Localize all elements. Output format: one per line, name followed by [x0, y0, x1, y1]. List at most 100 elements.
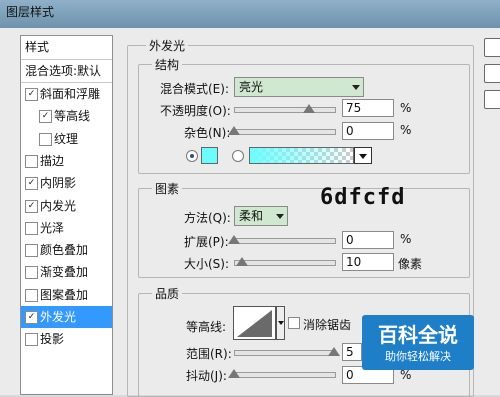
style-item-label: 投影	[40, 332, 65, 347]
elements-title: 图素	[152, 180, 183, 197]
style-item-label: 渐变叠加	[40, 265, 89, 280]
gradient-radio[interactable]	[232, 150, 244, 162]
style-item-checkbox[interactable]	[25, 288, 38, 302]
size-slider-thumb[interactable]	[236, 257, 248, 266]
blend-options-item[interactable]: 混合选项:默认	[21, 60, 112, 82]
jitter-slider[interactable]	[234, 372, 336, 378]
watermark-title: 百科全说	[378, 323, 458, 347]
contour-picker[interactable]	[233, 306, 276, 340]
contour-curve-icon	[237, 310, 272, 337]
style-item-label: 纹理	[54, 131, 79, 146]
style-item-label: 内发光	[40, 198, 77, 213]
quality-title: 品质	[152, 285, 183, 302]
styles-list: 样式 混合选项:默认 ✓ 斜面和浮雕 ✓ 等高线 纹理 描边 ✓ 内阴影 ✓ 内发光 光泽 颜色叠加渐…	[20, 35, 113, 395]
jitter-unit: %	[400, 368, 412, 382]
styles-header-label: 样式	[25, 40, 50, 54]
styles-header[interactable]: 样式	[21, 36, 112, 58]
size-slider[interactable]	[234, 260, 336, 266]
jitter-slider-thumb[interactable]	[228, 369, 240, 378]
style-item-label: 等高线	[54, 109, 91, 124]
antialias-label: 消除锯齿	[303, 318, 352, 332]
chevron-down-icon	[276, 214, 284, 219]
spread-slider-thumb[interactable]	[228, 235, 240, 244]
style-item-checkbox[interactable]: ✓	[25, 199, 38, 213]
watermark-logo: 百科全说 助你轻松解决	[362, 315, 474, 370]
outer-glow-title: 外发光	[146, 37, 189, 54]
chevron-down-icon	[278, 321, 284, 325]
spread-unit: %	[400, 232, 412, 246]
spread-slider[interactable]	[234, 238, 336, 244]
chevron-down-icon	[359, 154, 367, 159]
style-item-checkbox[interactable]: ✓	[39, 110, 52, 124]
style-item-checkbox[interactable]: ✓	[25, 177, 38, 191]
style-item-checkbox[interactable]	[25, 333, 38, 347]
gradient-dropdown[interactable]	[354, 147, 372, 164]
noise-slider[interactable]	[234, 129, 336, 135]
style-item-checkbox[interactable]	[39, 132, 52, 146]
style-item[interactable]: ✓ 斜面和浮雕	[21, 83, 112, 105]
style-item-label: 内阴影	[40, 176, 77, 191]
jitter-label: 抖动(J):	[186, 369, 227, 383]
range-label: 范围(R):	[186, 347, 232, 361]
style-item[interactable]: ✓ 内阴影	[21, 172, 112, 194]
style-item[interactable]: 颜色叠加	[21, 239, 112, 261]
style-item[interactable]: 光泽	[21, 217, 112, 239]
style-item[interactable]: 描边	[21, 150, 112, 172]
style-item[interactable]: 图案叠加	[21, 284, 112, 306]
style-item-checkbox[interactable]	[25, 154, 38, 168]
style-item[interactable]: 渐变叠加	[21, 261, 112, 283]
blend-mode-label: 混合模式(E):	[160, 82, 229, 96]
annotation-color-code: 6dfcfd	[320, 185, 406, 210]
watermark-subtitle: 助你轻松解决	[385, 350, 451, 363]
antialias-checkbox[interactable]	[288, 317, 300, 329]
style-item[interactable]: ✓ 内发光	[21, 195, 112, 217]
size-unit: 像素	[398, 257, 423, 271]
style-item[interactable]: 投影	[21, 328, 112, 350]
opacity-label: 不透明度(O):	[160, 104, 231, 118]
style-item-label: 光泽	[40, 220, 65, 235]
style-item-checkbox[interactable]	[25, 266, 38, 280]
cancel-button[interactable]	[484, 64, 500, 83]
style-item-label: 描边	[40, 153, 65, 168]
opacity-input[interactable]: 75	[342, 99, 394, 117]
ok-button[interactable]	[484, 38, 500, 57]
noise-label: 杂色(N):	[184, 126, 231, 140]
style-item-label: 斜面和浮雕	[40, 87, 101, 101]
method-value: 柔和	[239, 209, 264, 223]
size-label: 大小(S):	[184, 257, 230, 271]
style-item-checkbox[interactable]	[25, 244, 38, 258]
noise-slider-thumb[interactable]	[228, 126, 240, 135]
opacity-slider[interactable]	[234, 107, 336, 113]
range-slider-thumb[interactable]	[328, 347, 340, 356]
new-style-button[interactable]	[484, 90, 500, 109]
style-item-checkbox[interactable]	[25, 221, 38, 235]
contour-dropdown[interactable]	[276, 306, 285, 340]
blend-mode-select[interactable]: 亮光	[234, 77, 364, 97]
size-input[interactable]: 10	[342, 253, 394, 271]
noise-input[interactable]: 0	[342, 122, 394, 140]
spread-label: 扩展(P):	[184, 235, 229, 249]
opacity-slider-thumb[interactable]	[303, 104, 315, 113]
style-item[interactable]: ✓ 外发光	[21, 306, 112, 328]
blend-options-label: 混合选项:默认	[25, 64, 102, 78]
gradient-preview[interactable]	[249, 147, 354, 164]
range-input[interactable]: 5	[342, 343, 362, 361]
range-slider[interactable]	[234, 350, 336, 356]
solid-color-radio[interactable]	[186, 150, 198, 162]
window-titlebar: 图层样式	[0, 0, 500, 28]
style-item[interactable]: 纹理	[21, 128, 112, 150]
window-title: 图层样式	[6, 5, 55, 19]
structure-title: 结构	[152, 56, 183, 73]
style-item-label: 图案叠加	[40, 287, 89, 302]
style-item-label: 外发光	[40, 310, 77, 324]
style-item-checkbox[interactable]: ✓	[25, 88, 38, 101]
method-label: 方法(Q):	[184, 211, 231, 225]
contour-label: 等高线:	[186, 320, 227, 334]
blend-mode-value: 亮光	[239, 80, 264, 94]
glow-color-swatch[interactable]	[201, 147, 218, 164]
spread-input[interactable]: 0	[342, 231, 394, 249]
noise-unit: %	[400, 123, 412, 137]
method-select[interactable]: 柔和	[234, 206, 288, 226]
style-item[interactable]: ✓ 等高线	[21, 105, 112, 127]
style-item-checkbox[interactable]: ✓	[25, 311, 38, 324]
